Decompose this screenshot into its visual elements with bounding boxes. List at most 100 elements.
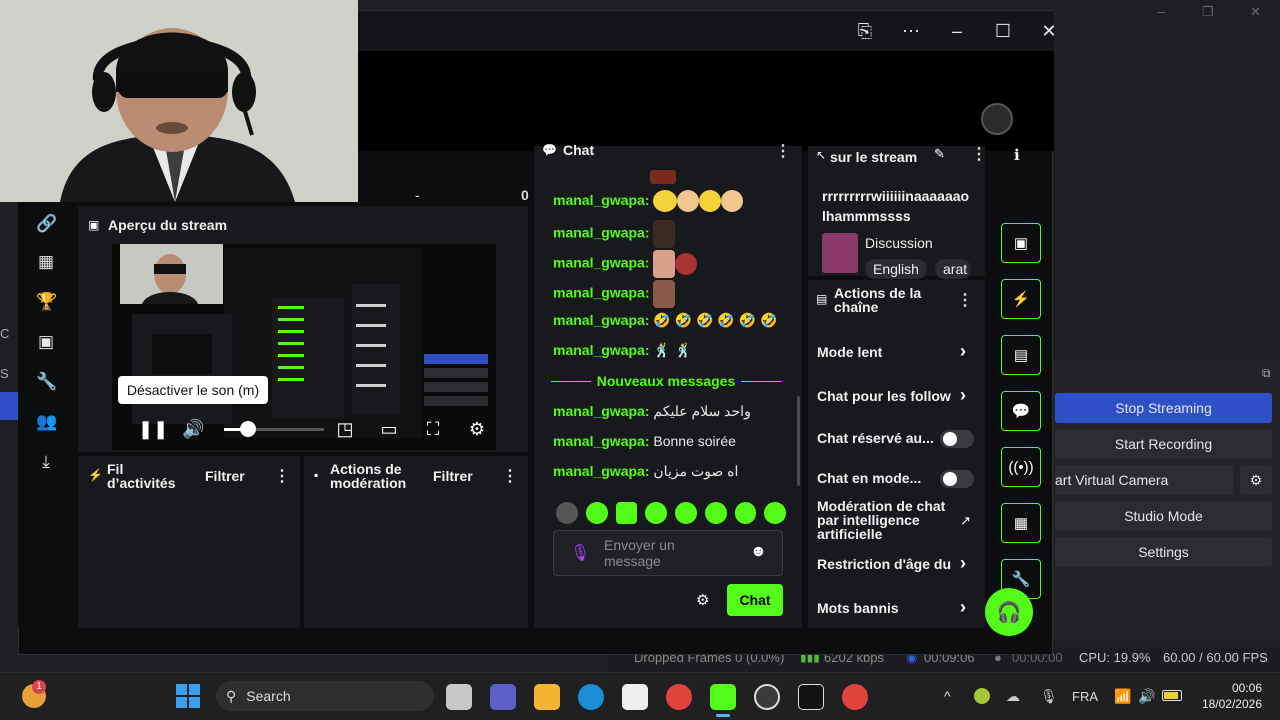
chat-settings-icon[interactable]: ⚙ [696, 591, 709, 609]
analytics-icon[interactable]: ▦ [36, 252, 56, 272]
bolt-action-icon[interactable]: ⚡ [1001, 279, 1041, 319]
chat-username[interactable]: manal_gwapa [553, 463, 645, 479]
info-icon[interactable]: ℹ [1014, 146, 1020, 164]
tray-expand-icon[interactable]: ^ [944, 688, 951, 704]
chat-more-icon[interactable]: ⋮ [775, 141, 791, 161]
moderation-filter-button[interactable]: Filtrer [433, 468, 473, 484]
category-name[interactable]: Discussion [865, 235, 933, 251]
banned-words-item[interactable]: Mots bannis [817, 600, 977, 616]
stop-streaming-button[interactable]: Stop Streaming [1055, 393, 1272, 423]
volume-slider-handle[interactable] [240, 421, 256, 437]
chevron-right-icon[interactable]: › [960, 553, 966, 574]
support-headset-icon[interactable]: 🎧 [985, 588, 1033, 636]
fullscreen-icon[interactable]: ⛶ [422, 418, 444, 440]
stream-info-more-icon[interactable]: ⋮ [971, 144, 987, 164]
chat-username[interactable]: manal_gwapa [553, 433, 645, 449]
wrench-icon[interactable]: 🔧 [36, 372, 57, 392]
category-thumbnail[interactable] [822, 233, 858, 273]
teams-icon[interactable] [490, 684, 516, 710]
edge-icon[interactable] [578, 684, 604, 710]
app-screen-icon[interactable]: ⎘ [853, 19, 877, 43]
subscribers-chat-toggle[interactable] [940, 430, 974, 448]
kick-app-icon[interactable] [710, 684, 736, 710]
tag-english[interactable]: English [865, 259, 927, 279]
emote-mode-item[interactable]: Chat en mode... [817, 470, 939, 486]
volume-slider-track[interactable] [224, 428, 324, 431]
activity-filter-button[interactable]: Filtrer [205, 468, 245, 484]
media-icon[interactable]: ▦ [1001, 503, 1041, 543]
obs-close-button[interactable]: ✕ [1250, 4, 1261, 20]
wifi-icon[interactable]: 📶 [1114, 688, 1131, 705]
folder-icon[interactable] [534, 684, 560, 710]
minimize-icon[interactable]: – [945, 19, 969, 43]
obs-dock-undock-icon[interactable]: ⧉ [1262, 366, 1271, 381]
cloud-icon[interactable]: ☁ [1006, 688, 1020, 705]
tag-arabic[interactable]: arat [935, 259, 971, 279]
virtual-camera-settings-icon[interactable]: ⚙ [1240, 465, 1272, 495]
chat-input[interactable]: 🎙 Envoyer un message ☻ [553, 530, 783, 576]
start-virtual-camera-button[interactable]: art Virtual Camera [1055, 465, 1233, 495]
chat-username[interactable]: manal_gwapa [553, 403, 645, 419]
mic-icon[interactable]: 🎙 [570, 543, 590, 563]
emote-icon[interactable] [704, 502, 727, 524]
emote-icon[interactable] [675, 502, 697, 524]
obs-icon[interactable] [754, 684, 780, 710]
chevron-right-icon[interactable]: › [960, 597, 966, 618]
settings-button[interactable]: Settings [1055, 537, 1272, 567]
start-recording-button[interactable]: Start Recording [1055, 429, 1272, 459]
emote-icon[interactable] [764, 502, 786, 524]
chevron-right-icon[interactable]: › [960, 341, 966, 362]
start-menu-icon[interactable] [176, 684, 200, 708]
language-indicator[interactable]: FRA [1072, 689, 1098, 704]
link-icon[interactable]: 🔗 [36, 214, 57, 234]
moderation-more-icon[interactable]: ⋮ [502, 466, 518, 486]
emote-icon[interactable] [585, 502, 608, 524]
file-explorer-gray-icon[interactable] [446, 684, 472, 710]
download-icon[interactable]: ⤓ [36, 452, 56, 472]
pause-icon[interactable]: ❚❚ [138, 418, 168, 440]
document-icon[interactable]: ▤ [1001, 335, 1041, 375]
battery-icon[interactable] [1162, 690, 1182, 701]
tray-app-icon[interactable] [974, 688, 990, 704]
capcut-icon[interactable] [798, 684, 824, 710]
chat-username[interactable]: manal_gwapa [553, 255, 645, 271]
followers-chat-item[interactable]: Chat pour les follow [817, 388, 957, 404]
chat-username[interactable]: manal_gwapa [553, 192, 645, 208]
age-restriction-item[interactable]: Restriction d'âge du [817, 556, 957, 572]
ai-moderation-item[interactable]: Modération de chat par intelligence arti… [817, 499, 953, 541]
theater-mode-icon[interactable]: ▭ [378, 418, 400, 440]
chat-username[interactable]: manal_gwapa [553, 342, 645, 358]
obs-minimize-button[interactable]: – [1158, 4, 1165, 19]
actions-more-icon[interactable]: ⋮ [957, 290, 973, 310]
taskbar-date[interactable]: 18/02/2026 [1198, 697, 1262, 711]
video-icon[interactable]: ▣ [36, 332, 56, 352]
microphone-icon[interactable]: 🎙 [1040, 688, 1058, 705]
maximize-icon[interactable]: ☐ [991, 19, 1015, 43]
close-icon[interactable]: ✕ [1037, 19, 1061, 43]
studio-mode-button[interactable]: Studio Mode [1055, 501, 1272, 531]
chat-send-button[interactable]: Chat [727, 584, 783, 616]
subscribers-chat-item[interactable]: Chat réservé au... [817, 430, 939, 446]
chrome-icon[interactable] [666, 684, 692, 710]
obs-maximize-button[interactable]: ❐ [1202, 4, 1214, 20]
chat-username[interactable]: manal_gwapa [553, 312, 645, 328]
emote-icon[interactable] [615, 502, 638, 524]
taskbar-time[interactable]: 00:06 [1226, 681, 1262, 695]
user-avatar[interactable] [981, 103, 1013, 135]
chat-username[interactable]: manal_gwapa [553, 285, 645, 301]
emote-icon[interactable] [734, 502, 757, 524]
emoji-icon[interactable]: ☻ [750, 543, 767, 561]
users-icon[interactable]: 👥 [36, 412, 57, 432]
miniplayer-icon[interactable]: ◳ [334, 418, 356, 440]
chat-username[interactable]: manal_gwapa [553, 225, 645, 241]
screenshot-icon[interactable]: ▣ [1001, 223, 1041, 263]
store-icon[interactable] [622, 684, 648, 710]
edit-icon[interactable]: ✎ [934, 146, 945, 162]
settings-gear-icon[interactable]: ⚙ [466, 418, 488, 440]
volume-tray-icon[interactable]: 🔊 [1138, 688, 1155, 705]
trophy-icon[interactable]: 🏆 [36, 292, 57, 312]
broadcast-icon[interactable]: ((•)) [1001, 447, 1041, 487]
slow-mode-item[interactable]: Mode lent [817, 344, 977, 360]
emote-icon[interactable] [645, 502, 667, 524]
emote-mode-toggle[interactable] [940, 470, 974, 488]
